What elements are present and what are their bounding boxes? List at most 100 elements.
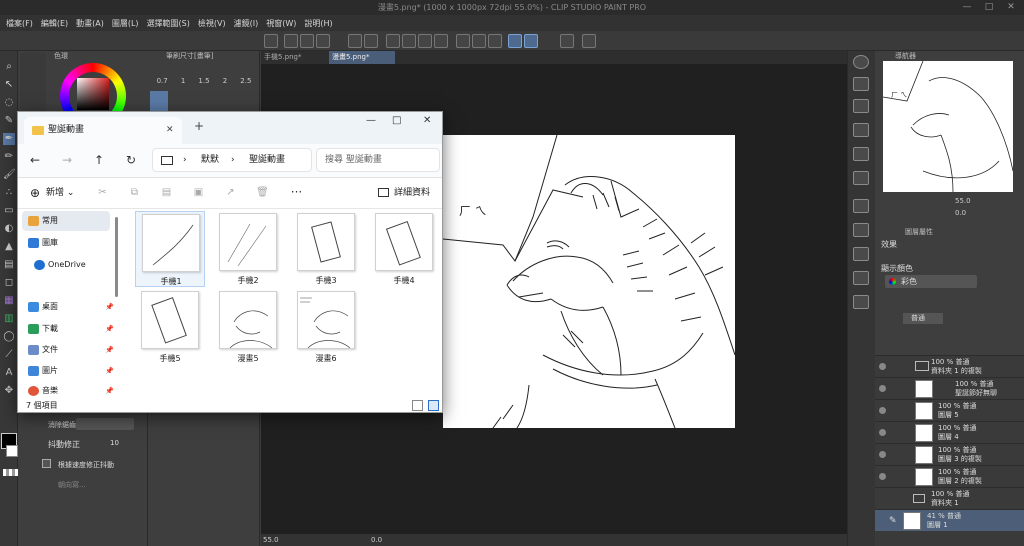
- new-file-icon[interactable]: [284, 34, 298, 48]
- visibility-eye-icon[interactable]: [879, 385, 886, 392]
- pencil-tool-icon[interactable]: ✏: [3, 151, 15, 163]
- file-item[interactable]: 漫畫6: [291, 289, 361, 365]
- file-item[interactable]: 手機4: [369, 211, 439, 287]
- layer-row[interactable]: 100 % 普通 聖誕節好無聊: [875, 377, 1024, 399]
- path-current[interactable]: 聖誕動畫: [249, 149, 285, 171]
- layer-row[interactable]: 100 % 普通 資料夾 1 的複製: [875, 355, 1024, 377]
- gradient-tool-icon[interactable]: ▤: [3, 259, 15, 271]
- sidebar-item-pictures[interactable]: 圖片 📌: [22, 361, 114, 381]
- ruler-tool-icon[interactable]: ▥: [3, 313, 15, 325]
- visibility-eye-icon[interactable]: [879, 473, 886, 480]
- drawing-paper[interactable]: ㄏ ㄟ: [442, 134, 736, 429]
- rename-icon[interactable]: ▣: [192, 186, 205, 199]
- pin-icon[interactable]: 📌: [105, 297, 114, 317]
- fill-icon[interactable]: [418, 34, 432, 48]
- layer-icon[interactable]: [264, 34, 278, 48]
- sidebar-scrollbar[interactable]: [115, 217, 118, 297]
- sidebar-item-downloads[interactable]: 下載 📌: [22, 319, 114, 339]
- display-color-select[interactable]: 彩色: [885, 275, 977, 288]
- fill-tool-icon[interactable]: ▲: [3, 241, 15, 253]
- zoom-tool-icon[interactable]: ⌕: [3, 61, 15, 73]
- save-icon[interactable]: [316, 34, 330, 48]
- details-view-icon[interactable]: [412, 400, 423, 411]
- layer-op-icon-9[interactable]: [853, 271, 869, 285]
- angle-readout[interactable]: 0.0: [371, 534, 382, 546]
- new-tab-icon[interactable]: +: [194, 119, 204, 133]
- layer-row[interactable]: 100 % 普通 圖層 2 的複製: [875, 465, 1024, 487]
- close-icon[interactable]: ✕: [423, 115, 431, 126]
- menu-edit[interactable]: 編輯(E): [41, 18, 68, 29]
- path-root[interactable]: 默默: [201, 149, 219, 171]
- layer-op-icon-3[interactable]: [853, 123, 869, 137]
- file-item[interactable]: 手機3: [291, 211, 361, 287]
- blend-tool-icon[interactable]: ◐: [3, 223, 15, 235]
- sidebar-item-onedrive[interactable]: OneDrive: [28, 255, 116, 275]
- pin-icon[interactable]: 📌: [105, 340, 114, 360]
- layer-row[interactable]: 100 % 普通 資料夾 1: [875, 487, 1024, 509]
- text-tool-icon[interactable]: A: [3, 367, 15, 379]
- cut-icon[interactable]: ✂: [96, 186, 109, 199]
- close-tab-icon[interactable]: ✕: [166, 117, 174, 144]
- brush-size-tab[interactable]: 筆刷尺寸[畫筆]: [166, 51, 256, 61]
- zoom-readout[interactable]: 55.0: [263, 534, 279, 546]
- file-item[interactable]: 手機1: [135, 211, 205, 287]
- menu-view[interactable]: 檢視(V): [198, 18, 226, 29]
- figure-tool-icon[interactable]: ◻: [3, 277, 15, 289]
- eraser-tool-icon[interactable]: ▭: [3, 205, 15, 217]
- close-icon[interactable]: ✕: [1000, 0, 1022, 15]
- saturation-square[interactable]: [77, 78, 109, 110]
- sub-color-swatch[interactable]: [6, 445, 18, 457]
- navigator-preview[interactable]: ㄏ ㄟ: [882, 60, 1014, 193]
- pin-icon[interactable]: 📌: [105, 319, 114, 339]
- sidebar-item-documents[interactable]: 文件 📌: [22, 340, 114, 360]
- back-icon[interactable]: ←: [30, 153, 40, 167]
- layer-op-icon-8[interactable]: [853, 247, 869, 261]
- maximize-icon[interactable]: □: [978, 0, 1000, 15]
- transform-icon[interactable]: [402, 34, 416, 48]
- thumbnail-view-icon[interactable]: [428, 400, 439, 411]
- brush-size-option[interactable]: 0.7: [157, 77, 168, 87]
- copy-icon[interactable]: ⧉: [128, 186, 141, 199]
- brush-tool-icon[interactable]: 🖌: [3, 169, 16, 181]
- layer-row-selected[interactable]: ✎ 41 % 普通 圖層 1: [875, 509, 1024, 531]
- deselect-icon[interactable]: [456, 34, 470, 48]
- operation-tool-icon[interactable]: ↖: [3, 79, 15, 91]
- menu-selection[interactable]: 選擇範圍(S): [147, 18, 190, 29]
- visibility-eye-icon[interactable]: [879, 451, 886, 458]
- navigator-tab[interactable]: 導航器: [895, 51, 955, 61]
- layer-op-icon-1[interactable]: [853, 77, 869, 91]
- visibility-eye-icon[interactable]: [879, 363, 886, 370]
- menu-file[interactable]: 檔案(F): [6, 18, 33, 29]
- more-icon[interactable]: ···: [290, 186, 303, 199]
- layer-props-tab[interactable]: 圖層屬性: [905, 227, 965, 237]
- smartphone-icon[interactable]: [560, 34, 574, 48]
- snap-ruler-icon[interactable]: [508, 34, 522, 48]
- brush-size-option[interactable]: 2.5: [240, 77, 251, 87]
- snap-special-icon[interactable]: [524, 34, 538, 48]
- visibility-eye-icon[interactable]: [879, 429, 886, 436]
- layer-op-icon-2[interactable]: [853, 99, 869, 113]
- canvas-tab-active[interactable]: 漫畫5.png*: [329, 51, 395, 64]
- sidebar-item-home[interactable]: 常用: [22, 211, 110, 231]
- new-button[interactable]: ⊕ 新增 ⌄: [30, 186, 74, 200]
- menu-layer[interactable]: 圖層(L): [112, 18, 139, 29]
- visibility-eye-icon[interactable]: [879, 407, 886, 414]
- blend-mode-select[interactable]: 普通: [903, 313, 943, 324]
- maximize-icon[interactable]: □: [392, 115, 401, 126]
- brush-size-selected[interactable]: [150, 91, 168, 111]
- address-bar[interactable]: › 默默 › 聖誕動畫: [152, 148, 312, 172]
- crop-icon[interactable]: [488, 34, 502, 48]
- refresh-icon[interactable]: ↻: [126, 153, 136, 167]
- nav-zoom-value[interactable]: 55.0: [955, 197, 1005, 207]
- layer-row[interactable]: 100 % 普通 圖層 4: [875, 421, 1024, 443]
- redo-icon[interactable]: [364, 34, 378, 48]
- menu-animation[interactable]: 動畫(A): [76, 18, 104, 29]
- sidebar-item-gallery[interactable]: 圖庫: [22, 233, 110, 253]
- file-item[interactable]: 手機5: [135, 289, 205, 365]
- undo-icon[interactable]: [348, 34, 362, 48]
- speed-stabilize-checkbox[interactable]: [42, 459, 51, 468]
- pen-tool-icon[interactable]: ✒: [3, 133, 15, 145]
- invert-icon[interactable]: [472, 34, 486, 48]
- color-wheel-tab[interactable]: 色環: [54, 51, 94, 61]
- brush-size-option[interactable]: 1.5: [198, 77, 209, 87]
